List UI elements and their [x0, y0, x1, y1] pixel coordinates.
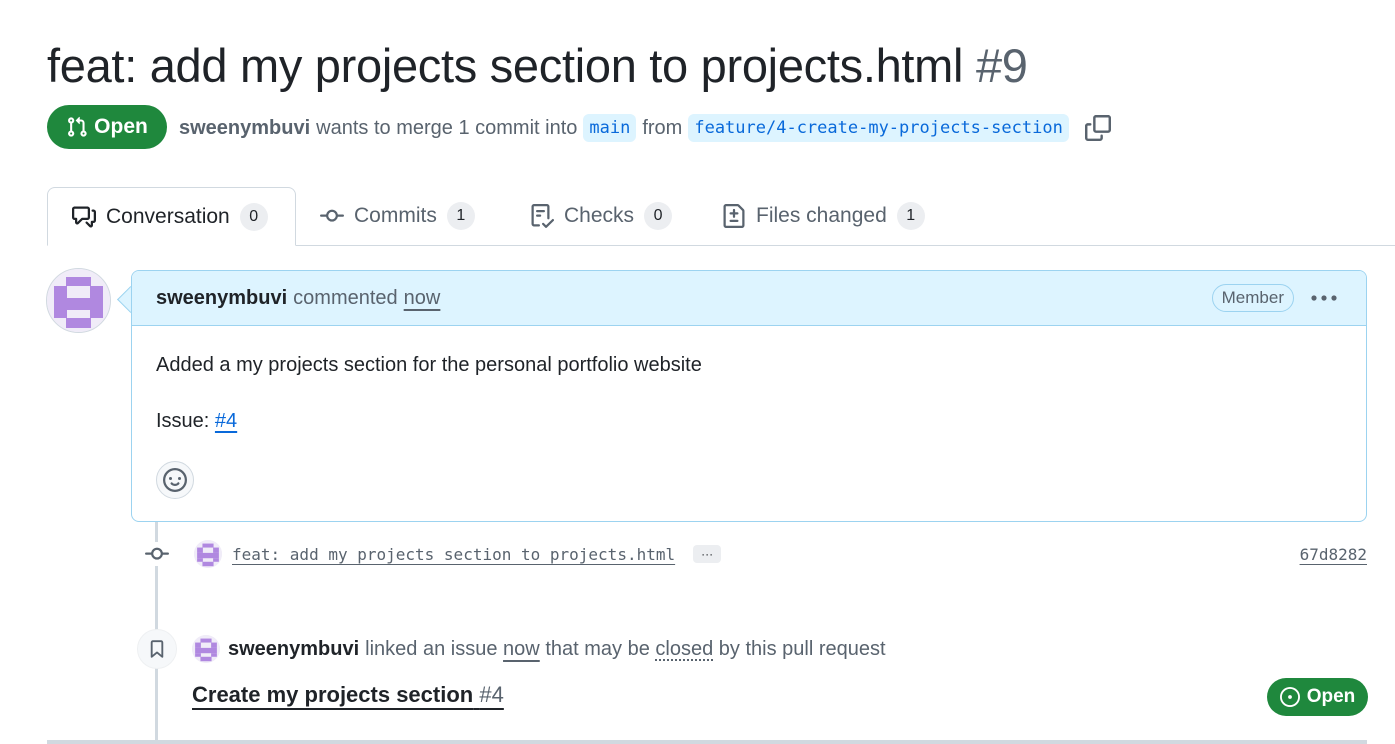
tab-conversation[interactable]: Conversation 0	[47, 187, 296, 246]
comment-issue-line: Issue: #4	[156, 408, 1342, 434]
issue-opened-icon	[1279, 687, 1300, 707]
kebab-horizontal-icon	[1311, 295, 1337, 301]
tab-counter: 0	[239, 202, 268, 231]
tab-checks[interactable]: Checks 0	[530, 187, 673, 245]
pr-state-badge: Open	[47, 105, 167, 149]
comment-options-button[interactable]	[1310, 285, 1338, 317]
commit-message-link[interactable]: feat: add my projects section to project…	[232, 545, 675, 564]
tab-files-changed[interactable]: Files changed 1	[722, 187, 925, 245]
bookmark-icon	[137, 629, 177, 669]
pr-tabs: Conversation 0 Commits 1 Checks 0 Files …	[47, 187, 1395, 246]
comment-body: Added a my projects section for the pers…	[132, 326, 1366, 434]
smiley-icon	[163, 468, 187, 492]
pr-description-comment: sweenymbuvi commented now Member Added a…	[131, 270, 1367, 522]
git-commit-icon	[320, 209, 344, 222]
pr-meta: sweenymbuvi wants to merge 1 commit into…	[179, 111, 1111, 145]
comment-author-link[interactable]: sweenymbuvi	[156, 287, 287, 310]
linked-timestamp[interactable]: now	[503, 638, 540, 661]
tab-label: Conversation	[106, 204, 230, 228]
tab-counter: 1	[446, 202, 475, 230]
comment-header: sweenymbuvi commented now Member	[132, 271, 1366, 326]
linker-avatar[interactable]	[192, 635, 220, 663]
commit-author-avatar[interactable]	[194, 540, 222, 568]
comment-discussion-icon	[72, 206, 96, 227]
linked-issue-number: #4	[479, 682, 504, 707]
page-title: feat: add my projects section to project…	[47, 36, 1028, 96]
issue-label: Issue:	[156, 410, 210, 432]
identicon-avatar	[194, 540, 222, 568]
tab-commits[interactable]: Commits 1	[320, 187, 475, 245]
copy-icon	[1084, 115, 1111, 141]
linked-text: linked an issue	[365, 637, 498, 660]
comment-text: Added a my projects section for the pers…	[156, 354, 702, 376]
timeline-divider	[47, 740, 1367, 744]
author-avatar[interactable]	[46, 268, 111, 333]
timeline-linked-issue: sweenymbuvi linked an issue now that may…	[137, 629, 886, 669]
linked-text: by this pull request	[718, 637, 886, 660]
comment-timestamp[interactable]: now	[404, 287, 441, 310]
git-commit-icon	[145, 542, 169, 566]
tab-label: Files changed	[756, 204, 887, 227]
closed-keyword-link[interactable]: closed	[655, 638, 713, 661]
base-branch[interactable]: main	[583, 114, 637, 142]
linker-author-link[interactable]: sweenymbuvi	[228, 638, 359, 661]
identicon-avatar	[192, 635, 220, 663]
tab-label: Commits	[354, 204, 437, 227]
merge-text: wants to merge 1 commit into	[316, 116, 578, 139]
identicon-avatar	[47, 269, 110, 332]
from-text: from	[642, 116, 683, 139]
timeline-commit: feat: add my projects section to project…	[145, 536, 1367, 572]
author-role-badge: Member	[1211, 284, 1294, 312]
pr-author-link[interactable]: sweenymbuvi	[179, 117, 310, 140]
linked-issue-link[interactable]: Create my projects section #4	[192, 682, 504, 708]
comment-action: commented	[293, 286, 398, 309]
linked-issue-title: Create my projects section	[192, 682, 474, 707]
commit-expand-button[interactable]: ···	[693, 545, 722, 563]
commit-sha-link[interactable]: 67d8282	[1300, 545, 1367, 564]
add-reaction-button[interactable]	[156, 461, 194, 499]
checklist-icon	[531, 204, 554, 228]
pr-title: feat: add my projects section to project…	[47, 39, 964, 92]
tab-counter: 0	[644, 202, 673, 230]
file-diff-icon	[723, 204, 745, 228]
pr-number: #9	[975, 39, 1028, 92]
head-branch[interactable]: feature/4-create-my-projects-section	[688, 114, 1069, 142]
git-pull-request-icon	[68, 116, 87, 137]
issue-link[interactable]: #4	[215, 410, 237, 432]
linked-issue-state-badge: Open	[1267, 678, 1368, 716]
pr-state-label: Open	[94, 115, 148, 138]
linked-text: that may be	[545, 637, 650, 660]
copy-branch-button[interactable]	[1084, 115, 1111, 141]
tab-label: Checks	[564, 204, 635, 227]
linked-issue-state: Open	[1306, 686, 1356, 707]
tab-counter: 1	[896, 202, 925, 230]
